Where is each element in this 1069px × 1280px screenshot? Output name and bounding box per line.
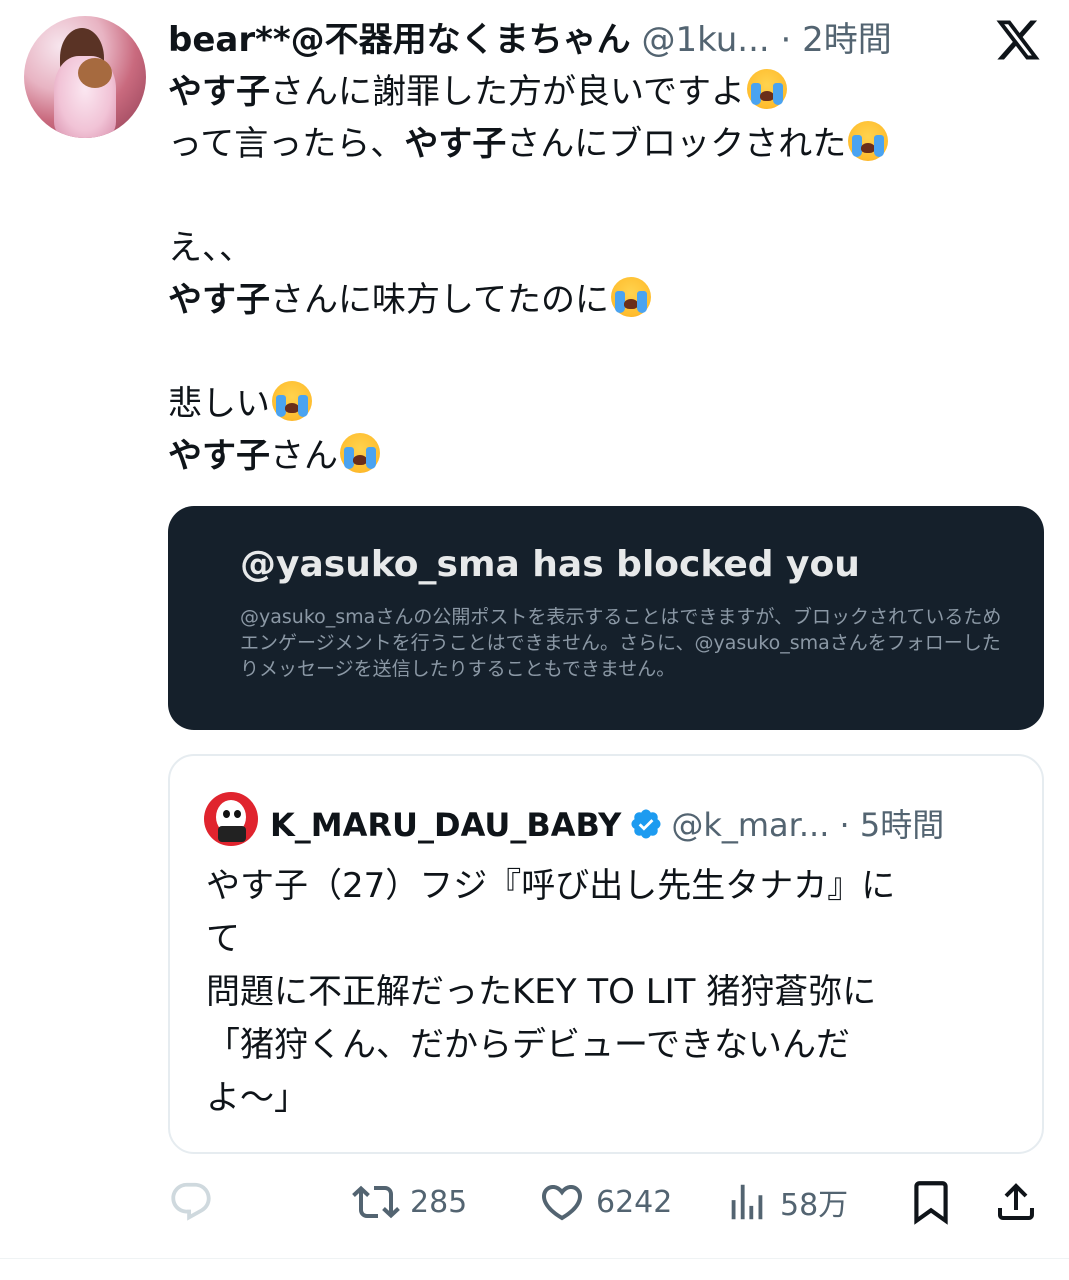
share-button[interactable] xyxy=(992,1174,1040,1230)
quoted-line: て xyxy=(206,919,240,959)
retweet-count: 285 xyxy=(410,1184,468,1220)
views-button[interactable]: 58万 xyxy=(724,1174,848,1230)
view-count: 58万 xyxy=(780,1188,849,1223)
quoted-author-avatar[interactable] xyxy=(204,792,258,846)
reply-icon xyxy=(171,1182,211,1221)
verified-badge-icon xyxy=(631,809,661,839)
post-line-text: さんに味方してたのに xyxy=(270,280,609,320)
post-line: って言ったら、やす子さんにブロックされた xyxy=(168,118,1028,170)
header-separator: · xyxy=(839,806,850,844)
post-line: やす子さんに味方してたのに xyxy=(168,274,1028,326)
post-line-text: 悲しい xyxy=(168,384,270,424)
quoted-line: 問題に不正解だったKEY TO LIT 猪狩蒼弥に xyxy=(206,972,877,1012)
action-bar: 285 6242 58万 xyxy=(168,1174,1044,1230)
heart-icon xyxy=(541,1185,583,1221)
post-line-blank xyxy=(168,170,1028,222)
post-line-bold: やす子 xyxy=(168,436,270,476)
like-button[interactable]: 6242 xyxy=(538,1174,672,1230)
like-count: 6242 xyxy=(596,1184,673,1220)
header-separator: · xyxy=(780,20,792,60)
blocked-notice-card: @yasuko_sma has blocked you @yasuko_smaさ… xyxy=(168,506,1044,730)
retweet-icon xyxy=(352,1185,400,1219)
author-name[interactable]: bear**@不器用なくまちゃん xyxy=(168,20,631,60)
quoted-post-time[interactable]: 5時間 xyxy=(860,806,944,844)
quoted-line: 「猪狩くん、だからデビューできないんだ xyxy=(206,1025,850,1065)
share-icon xyxy=(998,1183,1034,1220)
post-line-bold: やす子 xyxy=(404,124,507,164)
post-body: やす子さんに謝罪した方が良いですよ って言ったら、やす子さんにブロックされた え… xyxy=(168,66,1028,482)
post-line-text: さんに謝罪した方が良いですよ xyxy=(270,72,745,112)
views-icon xyxy=(731,1184,763,1220)
post-line-text: え、、 xyxy=(168,228,253,268)
post-line-bold: やす子 xyxy=(168,72,270,112)
blocked-notice-title: @yasuko_sma has blocked you xyxy=(240,544,860,585)
reply-button xyxy=(168,1174,224,1230)
divider xyxy=(0,1258,1069,1259)
x-logo-icon xyxy=(996,20,1040,60)
crying-face-icon xyxy=(746,69,787,109)
post-line-text: さんにブロックされた xyxy=(506,124,847,164)
quoted-line: よ〜」 xyxy=(206,1078,308,1118)
bookmark-button[interactable] xyxy=(906,1174,956,1230)
post-line: 悲しい xyxy=(168,378,1028,430)
bookmark-icon xyxy=(914,1181,948,1225)
post-line: やす子さんに謝罪した方が良いですよ xyxy=(168,66,1028,118)
quoted-line: やす子（27）フジ『呼び出し先生タナカ』に xyxy=(206,866,896,906)
crying-face-icon xyxy=(340,433,380,473)
post-line: やす子さん xyxy=(168,430,1028,482)
post-header: bear**@不器用なくまちゃん @1ku... · 2時間 xyxy=(168,12,892,61)
post-line-text: って言ったら、 xyxy=(168,124,405,164)
post-time[interactable]: 2時間 xyxy=(802,20,892,60)
author-avatar[interactable] xyxy=(24,16,146,138)
post-line-blank xyxy=(168,326,1028,378)
post-line-text: さん xyxy=(270,436,338,476)
post-line: え、、 xyxy=(168,222,1028,274)
crying-face-icon xyxy=(610,277,651,317)
crying-face-icon xyxy=(272,381,312,421)
blocked-notice-body: @yasuko_smaさんの公開ポストを表示することはできますが、ブロックされて… xyxy=(240,606,1002,680)
quoted-post-header: K_MARU_DAU_BABY @k_mar... · 5時間 xyxy=(270,800,944,846)
quoted-author-name[interactable]: K_MARU_DAU_BABY xyxy=(270,806,621,844)
quoted-post[interactable]: K_MARU_DAU_BABY @k_mar... · 5時間 やす子（27）フジ… xyxy=(168,754,1044,1154)
quoted-author-handle[interactable]: @k_mar... xyxy=(671,806,829,844)
retweet-button[interactable]: 285 xyxy=(352,1174,467,1230)
post-line-bold: やす子 xyxy=(168,280,270,320)
crying-face-icon xyxy=(848,121,889,161)
quoted-post-body: やす子（27）フジ『呼び出し先生タナカ』に て 問題に不正解だったKEY TO … xyxy=(206,860,1006,1125)
author-handle[interactable]: @1ku... xyxy=(641,20,769,60)
